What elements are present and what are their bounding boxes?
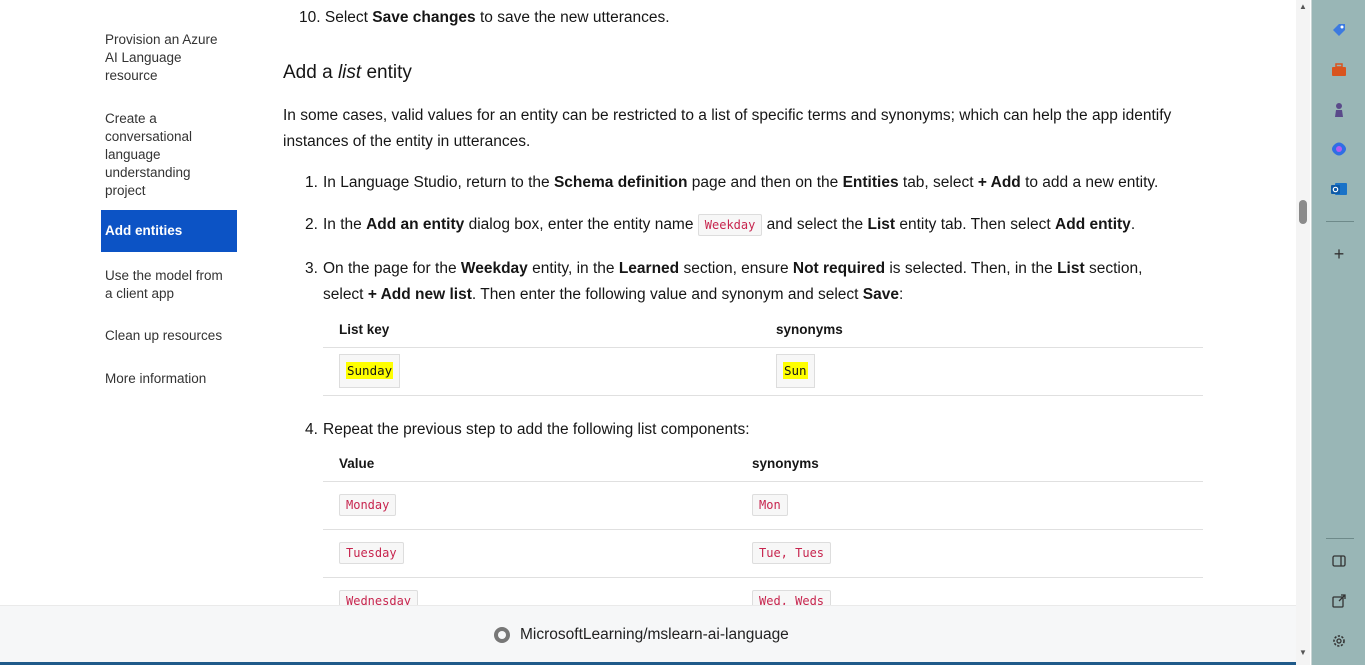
step-number: 10. — [299, 9, 321, 26]
table-cell: Monday — [323, 481, 736, 530]
step-4: 4. Repeat the previous step to add the f… — [283, 417, 1203, 443]
page-footer: MicrosoftLearning/mslearn-ai-language — [0, 605, 1296, 665]
step-bold: Save changes — [372, 9, 476, 26]
add-icon[interactable]: + — [1329, 244, 1349, 264]
ui-term: Not required — [792, 260, 886, 277]
step-number: 4. — [305, 421, 318, 438]
repo-link[interactable]: MicrosoftLearning/mslearn-ai-language — [494, 626, 789, 644]
table-cell: Sunday — [323, 347, 760, 396]
toc-item-use-model[interactable]: Use the model from a client app — [101, 263, 237, 307]
step-text: Select — [324, 9, 373, 26]
step-text: On the page for the — [323, 260, 461, 277]
toc-item-create-project[interactable]: Create a conversational language underst… — [101, 106, 237, 204]
inline-code: Mon — [752, 494, 788, 516]
tag-icon[interactable] — [1329, 20, 1349, 40]
step-text: . — [1130, 216, 1136, 233]
list-key-table: List key synonyms Sunday Sun — [323, 313, 1203, 396]
ui-term: Add an entity — [366, 216, 465, 233]
step-number: 1. — [305, 174, 318, 191]
intro-paragraph: In some cases, valid values for an entit… — [283, 107, 1172, 150]
ui-term: + Add new list — [367, 286, 472, 303]
scroll-down-arrow-icon[interactable]: ▼ — [1299, 648, 1307, 657]
table-row: Tuesday Tue, Tues — [323, 529, 1203, 578]
repo-link-text: MicrosoftLearning/mslearn-ai-language — [520, 626, 789, 643]
step-text: : — [899, 286, 904, 303]
split-screen-icon[interactable] — [1329, 551, 1349, 571]
ui-term: Save — [862, 286, 899, 303]
section-heading: Add a list entity — [283, 60, 412, 86]
column-header: synonyms — [736, 447, 1203, 482]
step-text: entity, in the — [527, 260, 619, 277]
heading-italic: list — [337, 62, 362, 83]
toc-item-clean-up[interactable]: Clean up resources — [101, 323, 237, 349]
step-text: tab, select — [898, 174, 978, 191]
step-text: section, — [1084, 260, 1143, 277]
highlighted-code: Sunday — [346, 362, 394, 379]
step-1: 1. In Language Studio, return to the Sch… — [283, 170, 1203, 196]
table-cell: Tue, Tues — [736, 529, 1203, 578]
step-text: to add a new entity. — [1020, 174, 1159, 191]
ui-term: + Add — [977, 174, 1021, 191]
toc-item-add-entities[interactable]: Add entities — [101, 210, 237, 252]
table-row: Sunday Sun — [323, 347, 1203, 396]
table-cell: Tuesday — [323, 529, 736, 578]
ui-term: List — [1057, 260, 1085, 277]
ui-term: Learned — [618, 260, 680, 277]
code-box: Sunday — [339, 354, 401, 388]
separator — [1326, 221, 1354, 222]
code-box: Sun — [776, 354, 815, 388]
browser-side-panel: + — [1311, 0, 1365, 665]
toc-item-provision[interactable]: Provision an Azure AI Language resource — [101, 27, 237, 89]
step-text: and select the — [762, 216, 868, 233]
step-text: Repeat the previous step to add the foll… — [323, 421, 750, 438]
scroll-up-arrow-icon[interactable]: ▲ — [1299, 2, 1307, 11]
scrollbar-thumb[interactable] — [1299, 200, 1307, 224]
table-row: Monday Mon — [323, 481, 1203, 530]
step-number: 3. — [305, 260, 318, 277]
step-text: to save the new utterances. — [475, 9, 670, 26]
step-text: section, ensure — [679, 260, 793, 277]
column-header: Value — [323, 447, 736, 482]
step-text: page and then on the — [687, 174, 843, 191]
step-3: 3. On the page for the Weekday entity, i… — [283, 256, 1203, 308]
table-cell: Mon — [736, 481, 1203, 530]
table-cell: Sun — [760, 347, 1203, 396]
step-text: In Language Studio, return to the — [323, 174, 554, 191]
step-text: is selected. Then, in the — [885, 260, 1058, 277]
chess-icon[interactable] — [1329, 100, 1349, 120]
ui-term: Add entity — [1055, 216, 1131, 233]
toc-item-more-info[interactable]: More information — [101, 366, 237, 392]
step-text: entity tab. Then select — [895, 216, 1056, 233]
github-icon — [494, 627, 510, 643]
external-link-icon[interactable] — [1329, 591, 1349, 611]
copilot-icon[interactable] — [1329, 139, 1349, 159]
step-2: 2. In the Add an entity dialog box, ente… — [283, 212, 1203, 238]
ui-term: Weekday — [460, 260, 528, 277]
outlook-icon[interactable] — [1329, 179, 1349, 199]
inline-code: Monday — [339, 494, 397, 516]
inline-code: Weekday — [697, 214, 763, 236]
column-header: synonyms — [760, 313, 1203, 348]
settings-icon[interactable] — [1329, 631, 1349, 651]
list-components-table: Value synonyms Monday Mon Tuesday Tue, T… — [323, 447, 1203, 626]
column-header: List key — [323, 313, 760, 348]
step-text: In the — [323, 216, 367, 233]
heading-text: Add a — [283, 62, 338, 83]
vertical-scrollbar[interactable]: ▲ ▼ — [1296, 0, 1310, 665]
briefcase-icon[interactable] — [1329, 60, 1349, 80]
step-10: 10. Select Save changes to save the new … — [299, 5, 670, 31]
inline-code: Tue, Tues — [752, 542, 832, 564]
highlighted-code: Sun — [783, 362, 808, 379]
heading-text: entity — [361, 62, 412, 83]
separator — [1326, 538, 1354, 539]
step-text: . Then enter the following value and syn… — [471, 286, 863, 303]
inline-code: Tuesday — [339, 542, 404, 564]
ui-term: Schema definition — [553, 174, 688, 191]
step-number: 2. — [305, 216, 318, 233]
ui-term: Entities — [842, 174, 899, 191]
step-text: select — [323, 286, 368, 303]
ui-term: List — [867, 216, 896, 233]
step-text: dialog box, enter the entity name — [464, 216, 698, 233]
